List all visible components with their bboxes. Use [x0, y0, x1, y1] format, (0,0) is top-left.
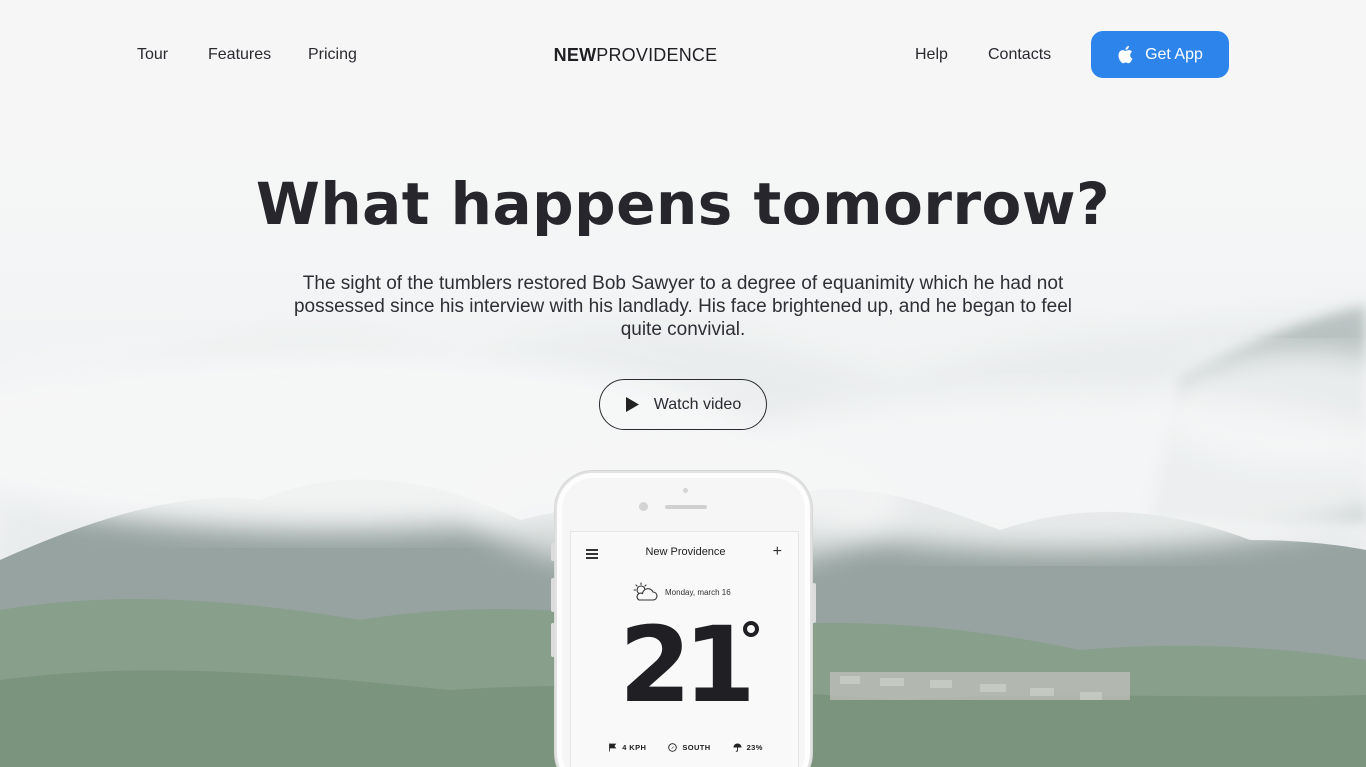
add-city-icon[interactable]: + [773, 542, 782, 562]
logo-rest-part: PROVIDENCE [596, 45, 718, 65]
watch-video-button[interactable]: Watch video [599, 379, 767, 430]
top-navigation: Tour Features Pricing NEWPROVIDENCE Help… [0, 31, 1366, 79]
degree-symbol-icon [743, 621, 759, 637]
weather-stats: 4 KPH SOUTH 23% [571, 743, 800, 752]
stat-wind-label: 4 KPH [622, 743, 647, 752]
app-city-title: New Providence [645, 546, 726, 558]
phone-mockup: New Providence + Monday, march 16 21 4 K… [551, 471, 816, 767]
phone-sensor [683, 488, 688, 493]
stat-direction: SOUTH [668, 743, 710, 752]
logo-bold-part: NEW [553, 45, 597, 65]
date-label: Monday, march 16 [665, 587, 731, 597]
phone-power-button [812, 583, 816, 623]
get-app-label: Get App [1145, 45, 1203, 63]
play-icon [625, 397, 639, 412]
wind-flag-icon [609, 743, 617, 752]
phone-volume-up [551, 578, 555, 612]
apple-icon [1118, 45, 1133, 64]
phone-speaker [665, 505, 707, 509]
stat-precipitation-label: 23% [746, 743, 763, 752]
nav-link-contacts[interactable]: Contacts [988, 45, 1051, 65]
stat-precipitation: 23% [733, 743, 763, 752]
stat-direction-label: SOUTH [682, 743, 711, 752]
get-app-button[interactable]: Get App [1091, 31, 1229, 78]
phone-camera [639, 502, 648, 511]
phone-volume-down [551, 623, 555, 657]
compass-icon [668, 743, 678, 752]
umbrella-icon [733, 743, 742, 752]
phone-mute-switch [551, 543, 555, 561]
hero-title: What happens tomorrow? [255, 170, 1111, 238]
nav-link-help[interactable]: Help [915, 45, 948, 65]
temperature-value: 21 [619, 604, 756, 726]
brand-logo[interactable]: NEWPROVIDENCE [0, 44, 1271, 66]
hero-description: The sight of the tumblers restored Bob S… [293, 273, 1073, 340]
stat-wind: 4 KPH [608, 743, 646, 752]
watch-video-label: Watch video [653, 395, 742, 413]
phone-screen: New Providence + Monday, march 16 21 4 K… [570, 531, 799, 767]
partly-cloudy-icon [633, 582, 658, 601]
date-row: Monday, march 16 [631, 582, 731, 602]
